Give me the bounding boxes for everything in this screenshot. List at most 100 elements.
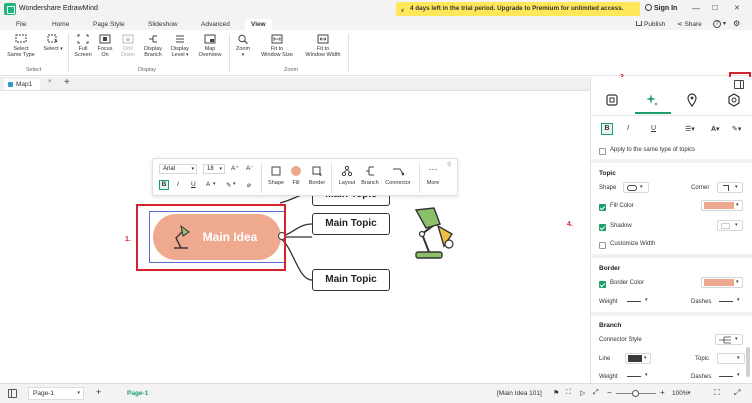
shrink-font-button[interactable]: A⁻ <box>246 164 254 172</box>
dash-line-icon <box>719 301 733 302</box>
zoom-in-button[interactable]: + <box>660 388 665 397</box>
shape-select[interactable]: ▾ <box>623 182 649 193</box>
highlight-pen-icon[interactable]: ✎▾ <box>732 125 741 133</box>
main-topic-2[interactable]: Main Topic <box>312 213 390 235</box>
fit-width-icon <box>317 34 329 44</box>
tab-style-icon[interactable] <box>605 93 619 107</box>
branch-weight-select[interactable]: ▾ <box>625 371 653 382</box>
zoom-out-button[interactable]: − <box>607 388 612 397</box>
menu-advanced[interactable]: Advanced <box>201 19 230 30</box>
more-button[interactable]: ··· More <box>421 165 445 187</box>
publish-button[interactable]: Publish <box>636 19 665 30</box>
settings-gear-icon[interactable]: ⚙ <box>733 19 740 28</box>
bold-button[interactable]: B <box>159 180 169 190</box>
clear-format-button[interactable]: ⌀ <box>247 181 251 189</box>
chevron-down-icon[interactable]: ▾ <box>233 181 236 187</box>
marker-icon[interactable]: ⚑ <box>553 389 559 397</box>
panel-underline-button[interactable]: U <box>651 125 656 132</box>
border-weight-label: Weight <box>599 299 618 305</box>
shadow-select[interactable]: ▾ <box>717 220 743 231</box>
chevron-down-icon: ▾ <box>645 372 648 378</box>
fit-page-icon[interactable]: ⛶ <box>566 389 571 397</box>
tab-badge-icon[interactable] <box>727 93 741 107</box>
apply-same-checkbox[interactable] <box>599 148 606 155</box>
fullscreen-status-icon[interactable]: ⤢ <box>593 389 599 397</box>
maximize-button[interactable]: ☐ <box>712 4 718 12</box>
help-icon[interactable]: ? <box>713 20 721 28</box>
connector-style-select[interactable]: ▾ <box>715 334 743 345</box>
tab-map1[interactable]: Map1 <box>4 79 41 90</box>
ribbon-label: Same Type <box>7 52 35 59</box>
chevron-down-icon[interactable]: ▾ <box>688 390 691 396</box>
panel-scrollbar[interactable] <box>746 347 750 377</box>
italic-button[interactable]: I <box>177 181 179 188</box>
main-topic-3[interactable]: Main Topic <box>312 269 390 291</box>
zoom-slider-thumb[interactable] <box>632 390 639 397</box>
font-family-select[interactable]: Arial ▾ <box>159 164 197 174</box>
fit-screen-icon[interactable]: ⛶ <box>714 388 720 398</box>
app-title: Wondershare EdrawMind <box>19 5 98 12</box>
border-color-picker[interactable]: ▾ <box>701 277 743 288</box>
share-button[interactable]: ⋖ Share <box>677 19 702 30</box>
panel-toggle-icon[interactable] <box>734 80 744 89</box>
branch-button[interactable]: Branch <box>358 165 382 186</box>
line-color-picker[interactable]: ▾ <box>625 353 651 364</box>
underline-button[interactable]: U <box>191 181 196 188</box>
select-button[interactable]: Select ▾ <box>36 34 70 64</box>
border-weight-select[interactable]: ▾ <box>625 296 653 307</box>
font-color-icon[interactable]: A▾ <box>711 125 720 133</box>
active-page-tab[interactable]: Page-1 <box>127 390 148 397</box>
shadow-checkbox[interactable] <box>599 224 606 231</box>
menu-page-style[interactable]: Page Style <box>93 19 124 30</box>
add-page-button[interactable]: + <box>96 387 101 397</box>
chevron-down-icon[interactable]: ▾ <box>213 181 216 187</box>
line-color-swatch <box>628 355 642 362</box>
play-icon[interactable]: ▷ <box>580 389 585 397</box>
fill-color-checkbox[interactable] <box>599 204 606 211</box>
menu-home[interactable]: Home <box>52 19 69 30</box>
display-level-button[interactable]: Display Level ▾ <box>163 34 197 64</box>
connector-button[interactable]: Connector <box>383 165 413 186</box>
tab-location-icon[interactable] <box>685 93 699 107</box>
map-overview-button[interactable]: Map Overview <box>193 34 227 64</box>
fit-to-window-size-button[interactable]: Fit to Window Size <box>255 34 299 64</box>
trial-banner[interactable]: ⚡ 4 days left in the trial period. Upgra… <box>396 2 640 16</box>
sign-in-button[interactable]: Sign In <box>645 3 677 15</box>
fill-color-picker[interactable]: ▾ <box>701 200 743 211</box>
font-size-select[interactable]: 18 ▾ <box>203 164 225 174</box>
tab-ai-sparkle-icon[interactable] <box>645 93 659 107</box>
help-chevron-down-icon[interactable]: ▾ <box>723 20 726 27</box>
select-same-type-button[interactable]: Select Same Type <box>4 34 38 64</box>
zoom-level[interactable]: 100% <box>672 390 689 397</box>
panel-italic-button[interactable]: I <box>627 125 629 132</box>
branch-dashes-select[interactable]: ▾ <box>717 371 745 382</box>
branch-topic-select[interactable]: ▾ <box>717 353 745 364</box>
page-layout-icon[interactable] <box>8 389 17 398</box>
align-menu-icon[interactable]: ☰▾ <box>685 125 695 133</box>
fit-to-window-width-button[interactable]: Fit to Window Width <box>299 34 347 64</box>
weight-line-icon <box>627 376 641 377</box>
layout-button[interactable]: Layout <box>335 165 359 186</box>
panel-bold-button[interactable]: B <box>601 123 613 135</box>
tab-close-icon[interactable]: × <box>48 79 52 85</box>
menu-view[interactable]: View <box>245 19 272 30</box>
menu-file[interactable]: File <box>16 19 26 30</box>
zoom-slider-track[interactable] <box>616 390 656 397</box>
close-button[interactable]: ✕ <box>734 4 740 12</box>
grow-font-button[interactable]: A⁺ <box>231 164 239 172</box>
expand-icon[interactable]: ⤢ <box>734 388 740 398</box>
minimize-button[interactable]: — <box>692 4 700 13</box>
mindmap-canvas[interactable] <box>0 91 590 383</box>
pin-icon[interactable]: ⚲ <box>447 161 451 168</box>
border-color-checkbox[interactable] <box>599 281 606 288</box>
customize-width-checkbox[interactable] <box>599 242 606 249</box>
tab-label: Map1 <box>16 81 33 88</box>
font-color-button[interactable]: A <box>206 181 210 188</box>
highlight-button[interactable]: ✎ <box>226 181 231 189</box>
menu-slideshow[interactable]: Slideshow <box>148 19 178 30</box>
add-tab-button[interactable]: + <box>64 77 70 88</box>
border-dashes-select[interactable]: ▾ <box>717 296 745 307</box>
border-button[interactable]: Border <box>305 165 329 186</box>
corner-select[interactable]: ▾ <box>717 182 743 193</box>
page-select[interactable]: Page-1 ▾ <box>28 387 84 400</box>
